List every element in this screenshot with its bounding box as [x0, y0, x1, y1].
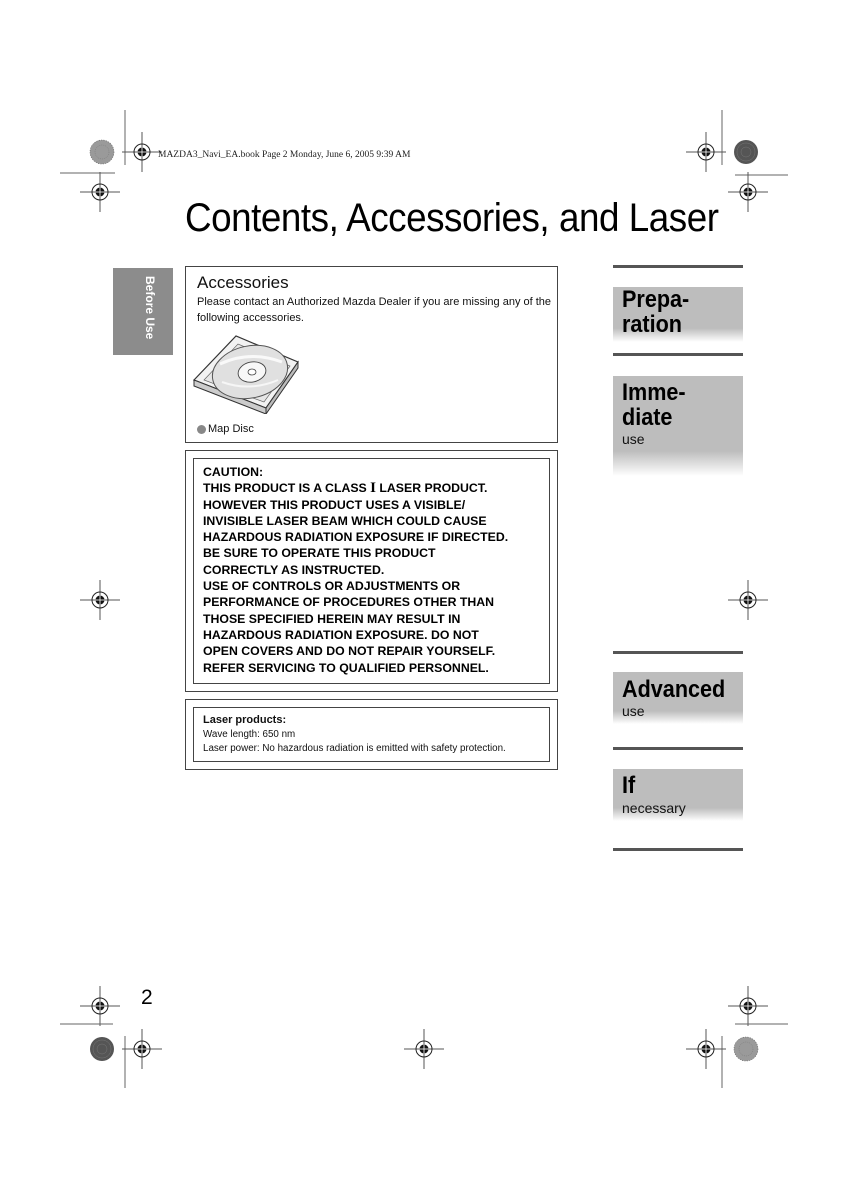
accessories-box: Accessories Please contact an Authorized…: [185, 266, 558, 443]
caution-heading: CAUTION:: [203, 465, 264, 479]
section-tab-if-necessary[interactable]: If necessary: [613, 769, 743, 821]
crosshair-mark-icon: [121, 1028, 163, 1070]
caution-line: HOWEVER THIS PRODUCT USES A VISIBLE/: [203, 497, 466, 512]
section-divider: [613, 353, 743, 356]
caution-box: CAUTION: THIS PRODUCT IS A CLASS I LASER…: [185, 450, 558, 692]
crosshair-mark-icon: [727, 579, 769, 621]
crosshair-mark-icon: [685, 131, 727, 173]
crosshair-mark-icon: [685, 1028, 727, 1070]
crosshair-mark-icon: [79, 985, 121, 1027]
caution-line: BE SURE TO OPERATE THIS PRODUCT: [203, 546, 436, 561]
caution-line: THIS PRODUCT IS A CLASS I LASER PRODUCT.: [203, 480, 488, 497]
caution-line: OPEN COVERS AND DO NOT REPAIR YOURSELF.: [203, 644, 496, 659]
section-tab-preparation[interactable]: Prepa- ration: [613, 287, 743, 342]
laser-products-box: Laser products: Wave length: 650 nm Lase…: [185, 699, 558, 770]
section-divider: [613, 848, 743, 851]
caution-line: HAZARDOUS RADIATION EXPOSURE IF DIRECTED…: [203, 530, 509, 545]
cd-case-icon: [192, 335, 299, 414]
page-title: Contents, Accessories, and Laser: [185, 196, 719, 240]
bullet-icon: [197, 424, 206, 434]
crosshair-mark-icon: [79, 579, 121, 621]
caution-line: REFER SERVICING TO QUALIFIED PERSONNEL.: [203, 660, 489, 675]
caution-line: INVISIBLE LASER BEAM WHICH COULD CAUSE: [203, 513, 487, 528]
side-tab-label: Before Use: [143, 276, 157, 340]
print-header: MAZDA3_Navi_EA.book Page 2 Monday, June …: [158, 150, 411, 160]
registration-rosette-icon: [733, 1036, 759, 1062]
registration-rosette-icon: [733, 139, 759, 165]
caution-line: CORRECTLY AS INSTRUCTED.: [203, 562, 385, 577]
caution-line: USE OF CONTROLS OR ADJUSTMENTS OR: [203, 579, 461, 594]
caution-line: THOSE SPECIFIED HEREIN MAY RESULT IN: [203, 611, 461, 626]
accessories-title: Accessories: [197, 273, 289, 292]
crosshair-mark-icon: [121, 131, 163, 173]
laser-power: Laser power: No hazardous radiation is e…: [203, 743, 506, 754]
caution-line: PERFORMANCE OF PROCEDURES OTHER THAN: [203, 595, 495, 610]
section-divider: [613, 651, 743, 654]
crosshair-mark-icon: [727, 171, 769, 213]
section-divider: [613, 747, 743, 750]
laser-products-heading: Laser products:: [203, 714, 287, 726]
side-tab-before-use: Before Use: [113, 268, 173, 355]
crosshair-mark-icon: [727, 985, 769, 1027]
crosshair-mark-icon: [403, 1028, 445, 1070]
registration-rosette-icon: [89, 139, 115, 165]
wave-length: Wave length: 650 nm: [203, 729, 296, 740]
crosshair-mark-icon: [79, 171, 121, 213]
caution-line: HAZARDOUS RADIATION EXPOSURE. DO NOT: [203, 627, 479, 642]
section-tab-advanced-use[interactable]: Advanced use: [613, 672, 743, 724]
accessory-item: Map Disc: [197, 423, 254, 435]
section-tab-immediate-use[interactable]: Imme- diate use: [613, 376, 743, 476]
accessory-label: Map Disc: [208, 423, 254, 435]
page-number: 2: [141, 986, 153, 1009]
registration-rosette-icon: [89, 1036, 115, 1062]
caution-text: CAUTION: THIS PRODUCT IS A CLASS I LASER…: [203, 464, 508, 676]
section-divider: [613, 265, 743, 268]
